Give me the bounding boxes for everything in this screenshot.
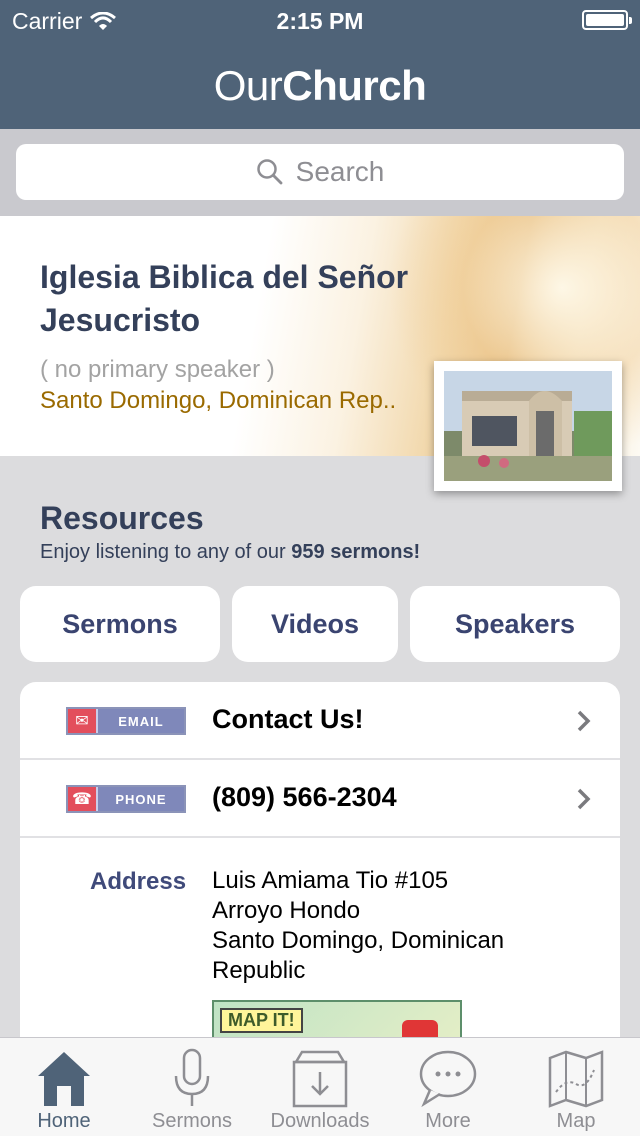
contact-email-row[interactable]: ✉ EMAIL Contact Us! xyxy=(20,682,620,760)
address-line: Arroyo Hondo xyxy=(212,897,361,924)
speakers-button[interactable]: Speakers xyxy=(410,586,620,662)
phone-number: (809) 566-2304 xyxy=(212,782,397,812)
address-label: Address xyxy=(90,868,187,895)
resources-subtitle-text: Enjoy listening to any of our xyxy=(40,541,292,563)
church-photo[interactable] xyxy=(434,361,622,491)
logo-part-our: Our xyxy=(213,62,283,109)
speech-bubble-icon xyxy=(419,1050,477,1108)
tab-map-label: Map xyxy=(556,1110,596,1132)
resources-heading: Resources xyxy=(40,500,204,536)
phone-badge: ☎ PHONE xyxy=(66,785,186,813)
sermon-count: 959 sermons! xyxy=(291,541,421,563)
chevron-right-icon xyxy=(577,710,591,732)
microphone-icon xyxy=(174,1048,210,1106)
search-icon xyxy=(256,159,283,185)
home-icon xyxy=(38,1052,90,1106)
sermons-button[interactable]: Sermons xyxy=(20,586,220,662)
contact-card: ✉ EMAIL Contact Us! ☎ PHONE (809) 566-23… xyxy=(20,682,620,1062)
battery-icon xyxy=(582,10,632,30)
chevron-right-icon xyxy=(577,788,591,810)
tab-downloads[interactable]: Downloads xyxy=(256,1038,384,1136)
videos-button[interactable]: Videos xyxy=(232,586,398,662)
tab-more-label: More xyxy=(425,1110,471,1132)
tab-home[interactable]: Home xyxy=(0,1038,128,1136)
search-placeholder: Search xyxy=(295,156,385,187)
tab-sermons-label: Sermons xyxy=(151,1110,233,1132)
address-line: Luis Amiama Tio #105 xyxy=(212,867,449,894)
church-location[interactable]: Santo Domingo, Dominican Rep.. xyxy=(40,387,396,415)
resources-subtitle: Enjoy listening to any of our 959 sermon… xyxy=(40,541,420,564)
tab-more[interactable]: More xyxy=(384,1038,512,1136)
address-line: Republic xyxy=(212,957,306,984)
search-input[interactable]: Search xyxy=(16,144,624,200)
address-line: Santo Domingo, Dominican xyxy=(212,927,505,954)
primary-speaker: ( no primary speaker ) xyxy=(40,356,275,383)
app-logo: OurChurch xyxy=(0,62,640,110)
phone-badge-label: PHONE xyxy=(115,791,167,807)
email-badge-label: EMAIL xyxy=(118,713,164,729)
church-name: Iglesia Biblica del Señor Jesucristo xyxy=(40,259,409,338)
search-bar-container: Search xyxy=(0,129,640,216)
logo-part-church: Church xyxy=(282,62,427,109)
telephone-icon: ☎ xyxy=(68,787,98,811)
tab-map[interactable]: Map xyxy=(512,1038,640,1136)
status-bar: Carrier 2:15 PM xyxy=(0,0,640,40)
map-it-badge: MAP IT! xyxy=(220,1008,303,1033)
tab-bar: Home Sermons Downloads More Map xyxy=(0,1037,640,1136)
download-box-icon xyxy=(292,1050,348,1108)
tab-downloads-label: Downloads xyxy=(270,1110,370,1132)
status-time: 2:15 PM xyxy=(276,8,364,34)
contact-us-label: Contact Us! xyxy=(212,704,364,734)
address-text: Luis Amiama Tio #105 Arroyo Hondo Santo … xyxy=(212,866,504,986)
envelope-icon: ✉ xyxy=(68,709,98,733)
tab-home-label: Home xyxy=(37,1110,91,1132)
tab-sermons[interactable]: Sermons xyxy=(128,1038,256,1136)
email-badge: ✉ EMAIL xyxy=(66,707,186,735)
contact-phone-row[interactable]: ☎ PHONE (809) 566-2304 xyxy=(20,760,620,838)
folded-map-icon xyxy=(548,1050,604,1108)
app-header: Carrier 2:15 PM OurChurch xyxy=(0,0,640,129)
